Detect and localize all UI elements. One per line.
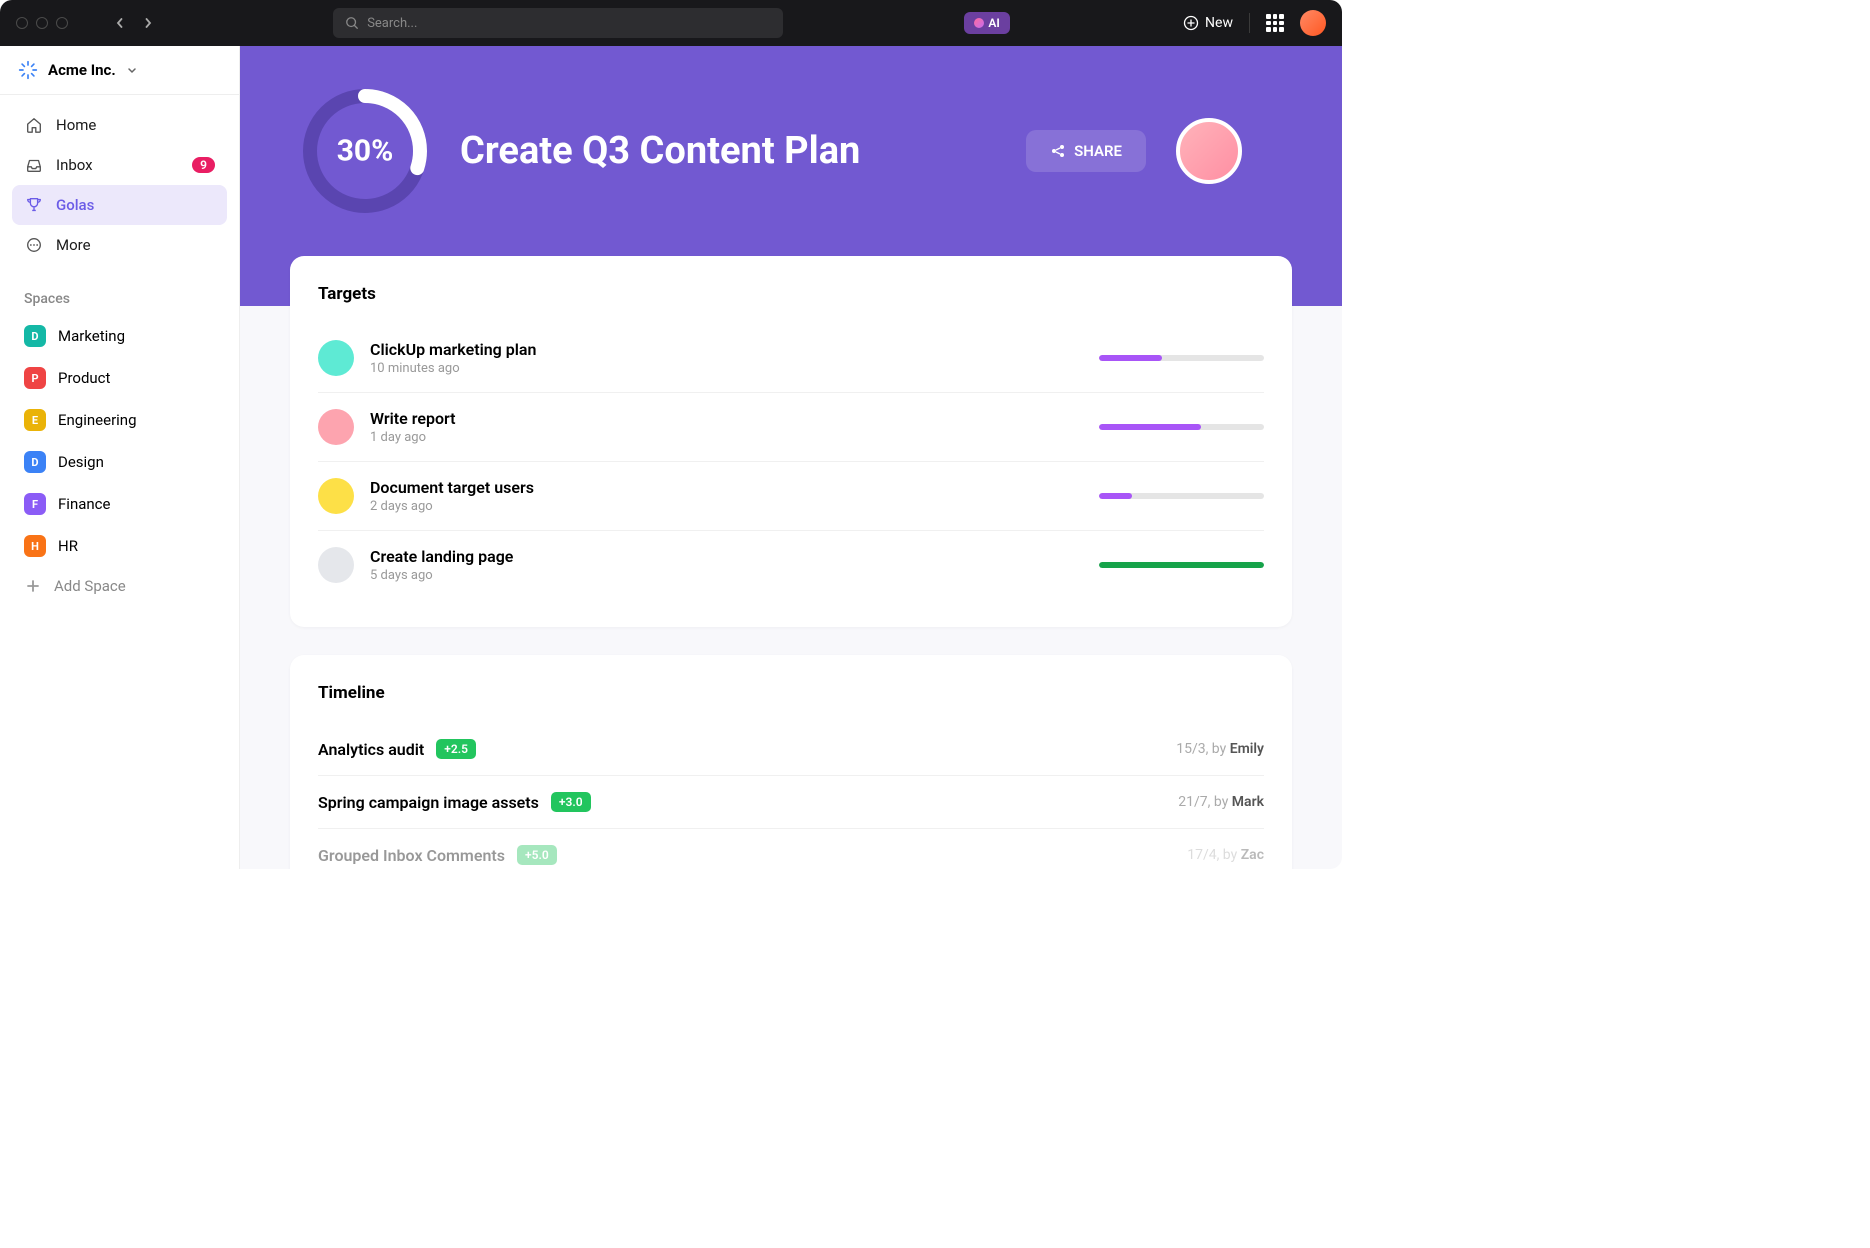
target-name: Write report (370, 409, 1083, 428)
search-input[interactable]: Search... (333, 8, 783, 38)
workspace-selector[interactable]: Acme Inc. (0, 46, 239, 95)
titlebar: Search... AI New (0, 0, 1342, 46)
chevron-down-icon (126, 64, 138, 76)
timeline-name: Spring campaign image assets (318, 793, 539, 812)
share-button[interactable]: SHARE (1026, 130, 1146, 172)
add-space-button[interactable]: Add Space (0, 567, 239, 605)
close-window[interactable] (16, 17, 28, 29)
space-badge: D (24, 325, 46, 347)
timeline-badge: +3.0 (551, 792, 591, 812)
timeline-card: Timeline Analytics audit +2.5 15/3, by E… (290, 655, 1292, 869)
trophy-icon (24, 195, 44, 215)
timeline-name: Grouped Inbox Comments (318, 846, 505, 865)
target-progress (1099, 562, 1264, 568)
targets-card: Targets ClickUp marketing plan 10 minute… (290, 256, 1292, 627)
target-name: ClickUp marketing plan (370, 340, 1083, 359)
workspace-logo-icon (18, 60, 38, 80)
progress-ring: 30% (300, 86, 430, 216)
apps-icon[interactable] (1266, 14, 1284, 32)
target-timestamp: 2 days ago (370, 499, 1083, 514)
target-timestamp: 1 day ago (370, 430, 1083, 445)
space-badge: P (24, 367, 46, 389)
space-badge: H (24, 535, 46, 557)
target-row[interactable]: Create landing page 5 days ago (318, 531, 1264, 599)
timeline-row[interactable]: Spring campaign image assets +3.0 21/7, … (318, 776, 1264, 829)
nav-home[interactable]: Home (12, 105, 227, 145)
target-progress (1099, 424, 1264, 430)
page-title: Create Q3 Content Plan (460, 129, 996, 173)
space-badge: F (24, 493, 46, 515)
timeline-row[interactable]: Grouped Inbox Comments +5.0 17/4, by Zac (318, 829, 1264, 869)
space-item[interactable]: D Design (0, 441, 239, 483)
space-item[interactable]: F Finance (0, 483, 239, 525)
nav-goals[interactable]: Golas (12, 185, 227, 225)
ai-button[interactable]: AI (964, 12, 1009, 34)
workspace-name: Acme Inc. (48, 61, 116, 79)
nav-back[interactable] (108, 11, 132, 35)
target-row[interactable]: Write report 1 day ago (318, 393, 1264, 462)
share-icon (1050, 143, 1066, 159)
inbox-icon (24, 155, 44, 175)
target-name: Create landing page (370, 547, 1083, 566)
new-button[interactable]: New (1183, 15, 1233, 31)
space-badge: D (24, 451, 46, 473)
space-name: Marketing (58, 327, 125, 345)
target-timestamp: 5 days ago (370, 568, 1083, 583)
nav-more[interactable]: More (12, 225, 227, 265)
target-progress (1099, 493, 1264, 499)
space-name: Finance (58, 495, 110, 513)
space-name: Engineering (58, 411, 137, 429)
nav-inbox[interactable]: Inbox 9 (12, 145, 227, 185)
search-placeholder: Search... (367, 16, 417, 31)
maximize-window[interactable] (56, 17, 68, 29)
timeline-name: Analytics audit (318, 740, 424, 759)
space-name: Product (58, 369, 110, 387)
target-row[interactable]: Document target users 2 days ago (318, 462, 1264, 531)
plus-circle-icon (1183, 15, 1199, 31)
inbox-badge: 9 (192, 157, 215, 173)
targets-heading: Targets (318, 284, 1264, 304)
space-item[interactable]: D Marketing (0, 315, 239, 357)
target-row[interactable]: ClickUp marketing plan 10 minutes ago (318, 324, 1264, 393)
assignee-avatar (318, 340, 354, 376)
more-icon (24, 235, 44, 255)
timeline-meta: 21/7, by Mark (1178, 794, 1264, 810)
space-item[interactable]: E Engineering (0, 399, 239, 441)
timeline-badge: +5.0 (517, 845, 557, 865)
target-progress (1099, 355, 1264, 361)
target-name: Document target users (370, 478, 1083, 497)
timeline-badge: +2.5 (436, 739, 476, 759)
space-badge: E (24, 409, 46, 431)
assignee-avatar (318, 478, 354, 514)
nav-forward[interactable] (136, 11, 160, 35)
search-icon (345, 16, 359, 30)
space-name: HR (58, 537, 78, 555)
space-name: Design (58, 453, 104, 471)
home-icon (24, 115, 44, 135)
progress-percentage: 30% (337, 134, 394, 169)
user-avatar[interactable] (1300, 10, 1326, 36)
assignee-avatar (318, 547, 354, 583)
sidebar: Acme Inc. Home Inbox 9 (0, 46, 240, 869)
assignee-avatar (318, 409, 354, 445)
timeline-meta: 17/4, by Zac (1187, 847, 1264, 863)
spaces-heading: Spaces (0, 275, 239, 315)
plus-icon (24, 577, 42, 595)
timeline-heading: Timeline (318, 683, 1264, 703)
minimize-window[interactable] (36, 17, 48, 29)
window-controls (16, 17, 68, 29)
ai-icon (974, 18, 984, 28)
timeline-row[interactable]: Analytics audit +2.5 15/3, by Emily (318, 723, 1264, 776)
owner-avatar[interactable] (1176, 118, 1242, 184)
target-timestamp: 10 minutes ago (370, 361, 1083, 376)
space-item[interactable]: H HR (0, 525, 239, 567)
space-item[interactable]: P Product (0, 357, 239, 399)
main-content: 30% Create Q3 Content Plan SHARE Targets… (240, 46, 1342, 869)
timeline-meta: 15/3, by Emily (1176, 741, 1264, 757)
